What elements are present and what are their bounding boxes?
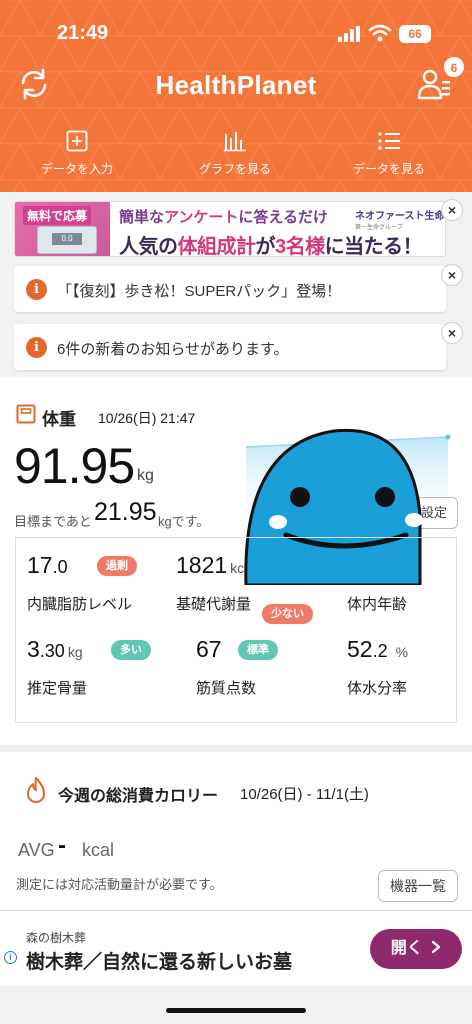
metric-label: 内臓脂肪レベル [27, 596, 133, 613]
promo-line2-c: が [255, 236, 276, 257]
promo-banner[interactable]: 無料で応募 0.0 簡単なアンケートに答えるだけ ネオファースト生命 第一生命グ… [14, 201, 446, 257]
goal-prefix: 目標まであと [14, 514, 92, 529]
metric-label: 筋質点数 [196, 680, 257, 697]
battery-level: 66 [399, 25, 431, 43]
promo-brand-name: ネオファースト生命 [355, 211, 445, 222]
notice-text: 6件の新着のお知らせがあります。 [57, 341, 289, 358]
metric-label: 推定骨量 [27, 680, 88, 697]
goal-suffix: kgです。 [158, 514, 210, 529]
nav-data-label: データを見る [352, 162, 425, 176]
notification-badge: 6 [443, 56, 465, 78]
scale-icon [16, 404, 36, 424]
promo-brand: ネオファースト生命 第一生命グループ [355, 207, 445, 231]
promo-line2-e: に当たる！ [324, 236, 423, 257]
app-header: 21:49 66 HealthPlanet 6 データを入力 グラフを見る デー… [0, 0, 472, 192]
nav-view-data[interactable]: データを見る [324, 130, 454, 178]
promo-free-badge: 無料で応募 [23, 206, 92, 225]
calories-date-range: 10/26(日) - 11/1(土) [240, 786, 369, 803]
status-bar: 21:49 66 [0, 0, 472, 60]
metric-label: 基礎代謝量 [176, 596, 252, 613]
nav-graph-label: グラフを見る [198, 162, 271, 176]
ad-headline: 樹木葬／自然に還る新しいお墓 [26, 952, 293, 973]
bar-chart-icon [224, 132, 246, 152]
status-time: 21:49 [57, 22, 109, 44]
metric-label: 体水分率 [347, 680, 408, 697]
calories-card[interactable]: 今週の総消費カロリー 10/26(日) - 11/1(土) AVG - kcal… [0, 752, 472, 910]
nav-input-label: データを入力 [40, 162, 113, 176]
avg-value: - [58, 832, 66, 859]
promo-line2: 人気の体組成計が3名様に当たる！ [119, 230, 423, 257]
metric-decimal: .2 [372, 641, 388, 661]
info-icon: i [26, 279, 47, 300]
promo-line1-post: に答えるだけ [238, 209, 328, 226]
wifi-icon [368, 24, 392, 42]
metric-value: 67 [196, 636, 222, 663]
ad-open-button[interactable]: 開く [370, 929, 462, 969]
weight-datetime: 10/26(日) 21:47 [98, 410, 196, 426]
weight-card[interactable]: 体重 10/26(日) 21:47 91.95 kg 目標まであと 21.95 … [0, 377, 472, 745]
device-list-button[interactable]: 機器一覧 [378, 870, 458, 902]
status-badge: 標準 [238, 640, 278, 660]
avg-unit: kcal [82, 840, 115, 860]
promo-line1: 簡単なアンケートに答えるだけ [119, 206, 328, 227]
app-logo: HealthPlanet [155, 70, 317, 100]
flame-icon [27, 777, 45, 803]
promo-line1-pre: 簡単な [119, 209, 165, 226]
notice-campaign[interactable]: i 「【復刻】歩き松！SUPERパック」登場！ [14, 266, 446, 312]
goal-value: 21.95 [94, 498, 157, 526]
promo-line2-d: 3名様 [275, 236, 325, 257]
metric-unit: kc [230, 560, 245, 576]
ad-banner[interactable]: i 森の樹木葬 樹木葬／自然に還る新しいお墓 開く [0, 910, 472, 986]
promo-line2-a: 人気の [119, 236, 178, 257]
nav-input-data[interactable]: データを入力 [12, 130, 142, 178]
avg-label: AVG [18, 840, 55, 860]
promo-line1-highlight: アンケート [164, 209, 239, 226]
metric-int: 52 [347, 636, 373, 662]
info-icon: i [26, 337, 47, 358]
metric-unit: % [395, 644, 409, 660]
promo-line2-b: 体組成計 [177, 236, 257, 257]
notice-news[interactable]: i 6件の新着のお知らせがあります。 [14, 324, 446, 370]
list-icon [378, 132, 400, 150]
body-metrics-grid: 17.0 過剰 内臓脂肪レベル 1821 kc 少ない 基礎代謝量 体内年齢 3.… [15, 537, 457, 723]
metric-int: 67 [196, 636, 222, 662]
metric-int: 17 [27, 552, 53, 578]
nav-view-graph[interactable]: グラフを見る [170, 130, 300, 178]
metric-label: 体内年齢 [347, 596, 408, 613]
ad-info-icon[interactable]: i [4, 951, 17, 964]
weight-unit: kg [137, 467, 154, 484]
weight-value: 91.95 [14, 438, 135, 494]
ad-sponsor: 森の樹木葬 [26, 931, 87, 945]
chevron-right-icon [432, 940, 441, 954]
metric-decimal: .0 [52, 557, 68, 577]
weight-title: 体重 [42, 410, 76, 429]
body-scale-image: 0.0 [37, 226, 97, 254]
metric-value: 17.0 [27, 552, 68, 579]
ad-open-label: 開く [390, 940, 423, 957]
status-badge: 少ない [262, 604, 313, 624]
plus-square-icon [66, 130, 88, 152]
metric-value: 52.2% [347, 636, 408, 663]
cellular-signal-icon [338, 26, 360, 42]
calories-title: 今週の総消費カロリー [58, 788, 219, 805]
home-indicator [166, 1008, 306, 1013]
metric-value: 1821 kc [176, 552, 244, 579]
scale-display: 0.0 [52, 233, 82, 245]
metric-unit: kg [67, 644, 83, 660]
status-badge: 過剰 [97, 556, 137, 576]
notice-text: 「【復刻】歩き松！SUPERパック」登場！ [57, 283, 342, 300]
metric-decimal: .30 [39, 641, 65, 661]
metric-int: 1821 [176, 552, 228, 578]
calories-note: 測定には対応活動量計が必要です。 [16, 877, 223, 892]
metric-int: 3 [27, 636, 40, 662]
notice-close-button[interactable]: × [441, 322, 463, 344]
promo-close-button[interactable]: × [441, 199, 463, 221]
notice-close-button[interactable]: × [441, 264, 463, 286]
status-badge: 多い [111, 640, 151, 660]
metric-value: 3.30 kg [27, 636, 83, 663]
